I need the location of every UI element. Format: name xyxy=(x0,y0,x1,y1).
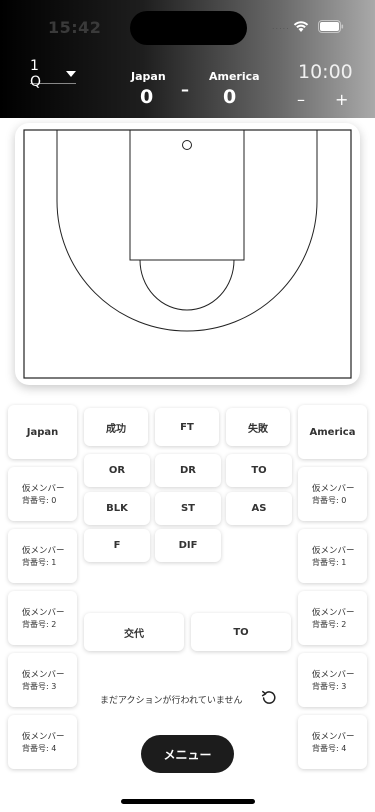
game-clock[interactable]: 10:00 xyxy=(298,61,353,83)
player-name: 仮メンバー xyxy=(312,669,355,680)
player-number: 背番号: 0 xyxy=(312,495,347,505)
substitution-button[interactable]: 交代 xyxy=(84,613,184,651)
dynamic-island xyxy=(130,11,247,45)
left-player-2[interactable]: 仮メンバー 背番号: 2 xyxy=(8,591,77,645)
empty-log-message: まだアクションが行われていません xyxy=(100,696,243,706)
right-player-0[interactable]: 仮メンバー 背番号: 0 xyxy=(298,467,367,521)
left-player-3[interactable]: 仮メンバー 背番号: 3 xyxy=(8,653,77,707)
player-name: 仮メンバー xyxy=(22,607,65,618)
player-name: 仮メンバー xyxy=(22,483,65,494)
player-name: 仮メンバー xyxy=(22,545,65,556)
score-separator: – xyxy=(181,80,189,99)
clock-plus-button[interactable]: + xyxy=(335,90,348,109)
home-team-score: 0 xyxy=(140,86,154,108)
player-number: 背番号: 2 xyxy=(22,619,57,629)
dif-button[interactable]: DIF xyxy=(155,529,221,562)
away-team-name: America xyxy=(209,70,260,83)
or-button[interactable]: OR xyxy=(84,454,150,487)
status-time: 15:42 xyxy=(48,18,102,37)
home-indicator xyxy=(121,799,255,804)
player-number: 背番号: 2 xyxy=(312,619,347,629)
right-player-1[interactable]: 仮メンバー 背番号: 1 xyxy=(298,529,367,583)
wifi-icon xyxy=(293,21,309,32)
menu-button[interactable]: メニュー xyxy=(141,735,234,773)
chevron-down-icon xyxy=(66,70,76,77)
player-number: 背番号: 4 xyxy=(312,743,347,753)
player-name: 仮メンバー xyxy=(22,731,65,742)
game-header: 15:42 ..... 1 Q Japan 0 – America 0 10:0… xyxy=(0,0,375,118)
player-number: 背番号: 3 xyxy=(22,681,57,691)
player-number: 背番号: 1 xyxy=(22,557,57,567)
left-player-1[interactable]: 仮メンバー 背番号: 1 xyxy=(8,529,77,583)
player-number: 背番号: 1 xyxy=(312,557,347,567)
fail-button[interactable]: 失敗 xyxy=(226,408,290,446)
quarter-label: 1 Q xyxy=(30,57,44,90)
team-button-right[interactable]: America xyxy=(298,405,367,459)
foul-button[interactable]: F xyxy=(84,529,150,562)
blk-button[interactable]: BLK xyxy=(84,492,150,525)
success-button[interactable]: 成功 xyxy=(84,408,148,446)
as-button[interactable]: AS xyxy=(226,492,292,525)
player-number: 背番号: 4 xyxy=(22,743,57,753)
clock-minus-button[interactable]: – xyxy=(297,90,305,109)
to-action-button[interactable]: TO xyxy=(226,454,292,487)
team-button-left[interactable]: Japan xyxy=(8,405,77,459)
court-card xyxy=(15,123,360,385)
player-name: 仮メンバー xyxy=(312,545,355,556)
home-team-name: Japan xyxy=(131,70,166,83)
right-player-4[interactable]: 仮メンバー 背番号: 4 xyxy=(298,715,367,769)
right-player-2[interactable]: 仮メンバー 背番号: 2 xyxy=(298,591,367,645)
dr-button[interactable]: DR xyxy=(155,454,221,487)
player-number: 背番号: 3 xyxy=(312,681,347,691)
player-name: 仮メンバー xyxy=(312,483,355,494)
player-name: 仮メンバー xyxy=(312,731,355,742)
away-team-score: 0 xyxy=(223,86,237,108)
quarter-select[interactable]: 1 Q xyxy=(30,58,76,90)
right-player-3[interactable]: 仮メンバー 背番号: 3 xyxy=(298,653,367,707)
player-number: 背番号: 0 xyxy=(22,495,57,505)
player-name: 仮メンバー xyxy=(312,607,355,618)
undo-icon[interactable] xyxy=(261,689,277,705)
st-button[interactable]: ST xyxy=(155,492,221,525)
left-player-4[interactable]: 仮メンバー 背番号: 4 xyxy=(8,715,77,769)
battery-icon xyxy=(318,20,344,33)
timeout-button[interactable]: TO xyxy=(191,613,291,651)
half-court[interactable] xyxy=(23,129,353,379)
left-player-0[interactable]: 仮メンバー 背番号: 0 xyxy=(8,467,77,521)
signal-indicator: ..... xyxy=(272,22,290,31)
player-name: 仮メンバー xyxy=(22,669,65,680)
ft-button[interactable]: FT xyxy=(155,408,219,446)
